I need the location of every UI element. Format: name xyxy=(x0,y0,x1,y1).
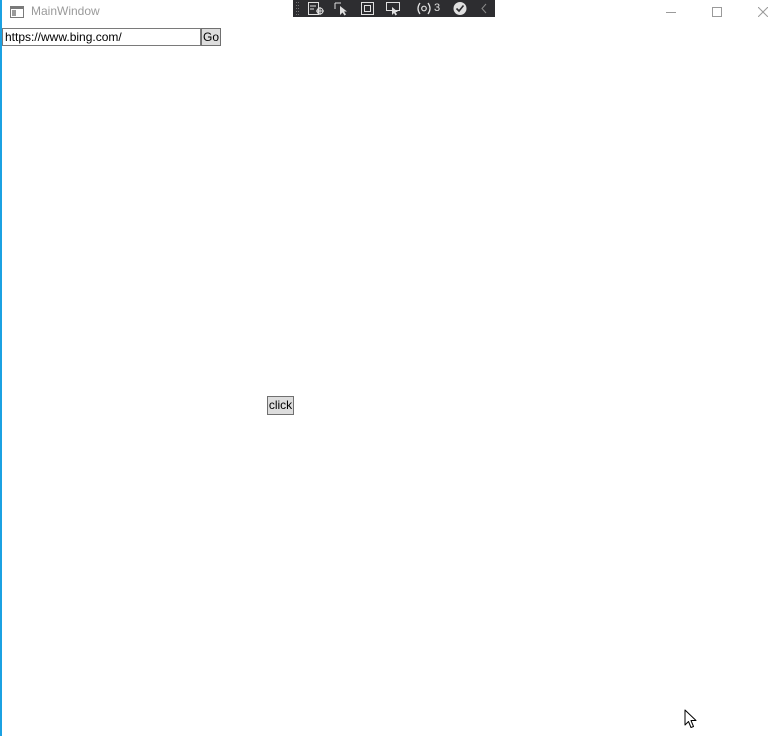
select-element-icon[interactable] xyxy=(333,1,351,16)
main-window: MainWindow 3 https://www.bing.com/ Go cl… xyxy=(0,0,784,736)
go-to-live-visual-tree-icon[interactable] xyxy=(307,1,325,16)
window-title: MainWindow xyxy=(31,4,100,18)
track-focused-element-icon[interactable] xyxy=(385,1,403,16)
close-icon xyxy=(758,7,768,17)
xaml-debug-toolbar: 3 xyxy=(293,0,495,17)
display-layout-adorners-icon[interactable] xyxy=(359,1,377,16)
click-button[interactable]: click xyxy=(267,396,294,415)
mouse-pointer-icon xyxy=(684,709,698,729)
hot-reload-status-icon[interactable] xyxy=(451,1,469,16)
app-window-icon xyxy=(10,5,24,18)
url-input[interactable] xyxy=(2,28,201,46)
binding-failures-count: 3 xyxy=(434,2,441,14)
window-border xyxy=(0,0,2,736)
maximize-button[interactable] xyxy=(694,0,740,24)
binding-failures-icon[interactable] xyxy=(415,1,433,16)
minimize-icon xyxy=(666,7,676,17)
toolbar-grip-icon[interactable] xyxy=(296,2,300,15)
collapse-toolbar-icon[interactable] xyxy=(476,1,494,16)
close-button[interactable] xyxy=(740,0,784,24)
go-button[interactable]: Go xyxy=(201,28,221,46)
maximize-icon xyxy=(712,7,722,17)
minimize-button[interactable] xyxy=(648,0,694,24)
